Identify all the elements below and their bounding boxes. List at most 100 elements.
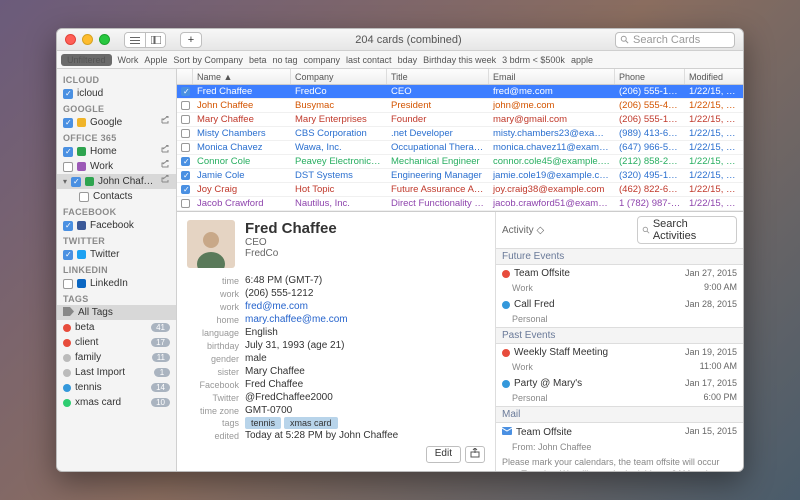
source-checkbox[interactable] (63, 250, 73, 260)
source-checkbox[interactable] (79, 192, 89, 202)
sidebar-item[interactable]: Work (57, 159, 176, 174)
share-button[interactable] (465, 446, 485, 463)
sidebar-item[interactable]: Home (57, 144, 176, 159)
column-header[interactable]: Modified (685, 69, 743, 84)
search-icon (642, 226, 651, 235)
row-checkbox[interactable] (181, 115, 190, 124)
share-icon[interactable] (160, 175, 170, 188)
minimize-window-button[interactable] (82, 34, 93, 45)
filter-item[interactable]: Apple (144, 55, 167, 65)
source-checkbox[interactable] (63, 279, 73, 289)
filter-item[interactable]: Sort by Company (173, 55, 243, 65)
table-row[interactable]: Mary ChaffeeMary EnterprisesFoundermary@… (177, 113, 743, 127)
column-header[interactable]: Title (387, 69, 489, 84)
share-icon[interactable] (160, 116, 170, 129)
filter-item[interactable]: Work (118, 55, 139, 65)
sidebar-item[interactable]: Google (57, 115, 176, 130)
activity-item[interactable]: Team OffsiteJan 27, 2015Work9:00 AM (496, 265, 743, 296)
field-label: time zone (187, 406, 239, 416)
column-header[interactable]: Name ▲ (193, 69, 291, 84)
table-row[interactable]: Joy CraigHot TopicFuture Assurance Agent… (177, 183, 743, 197)
view-mode-segmented[interactable] (124, 32, 166, 48)
activity-item[interactable]: Team OffsiteJan 15, 2015From: John Chaff… (496, 423, 743, 471)
titlebar: + 204 cards (combined) Search Cards (57, 29, 743, 51)
row-checkbox[interactable] (181, 87, 190, 96)
filter-item[interactable]: company (304, 55, 341, 65)
close-window-button[interactable] (65, 34, 76, 45)
list-view-icon[interactable] (125, 33, 145, 47)
filter-item[interactable]: bday (398, 55, 418, 65)
row-checkbox[interactable] (181, 101, 190, 110)
share-icon[interactable] (160, 145, 170, 158)
column-header[interactable]: Email (489, 69, 615, 84)
field-value[interactable]: mary.chaffee@me.com (245, 314, 348, 325)
table-row[interactable]: Monica ChavezWawa, Inc.Occupational Ther… (177, 141, 743, 155)
field-row: time6:48 PM (GMT-7) (187, 274, 485, 287)
tag-item[interactable]: family11 (57, 350, 176, 365)
tag-item[interactable]: tennis14 (57, 380, 176, 395)
filter-item[interactable]: beta (249, 55, 267, 65)
row-checkbox[interactable] (181, 143, 190, 152)
row-checkbox[interactable] (181, 185, 190, 194)
field-value[interactable]: fred@me.com (245, 301, 308, 312)
row-checkbox[interactable] (181, 129, 190, 138)
row-checkbox[interactable] (181, 157, 190, 166)
sidebar-item-label: Contacts (93, 191, 170, 202)
source-checkbox[interactable] (63, 89, 73, 99)
tag-item[interactable]: client17 (57, 335, 176, 350)
add-card-button[interactable]: + (180, 32, 202, 48)
zoom-window-button[interactable] (99, 34, 110, 45)
sidebar-item[interactable]: icloud (57, 86, 176, 101)
column-view-icon[interactable] (145, 33, 165, 47)
table-row[interactable]: Fred ChaffeeFredCoCEOfred@me.com(206) 55… (177, 85, 743, 99)
tag-color-dot (63, 369, 71, 377)
row-checkbox[interactable] (181, 171, 190, 180)
tag-chip[interactable]: xmas card (284, 417, 338, 429)
row-checkbox[interactable] (181, 199, 190, 208)
table-row[interactable]: John ChaffeeBusymacPresidentjohn@me.com(… (177, 99, 743, 113)
sidebar-item[interactable]: ▾John Chaffee (57, 174, 176, 189)
tag-item[interactable]: Last Import1 (57, 365, 176, 380)
column-header[interactable]: Company (291, 69, 387, 84)
sidebar-item[interactable]: Twitter (57, 247, 176, 262)
share-icon[interactable] (160, 160, 170, 173)
tag-item[interactable]: beta41 (57, 320, 176, 335)
count-badge: 10 (151, 398, 170, 407)
filter-item[interactable]: Birthday this week (423, 55, 496, 65)
filter-item[interactable]: 3 bdrm < $500k (502, 55, 565, 65)
source-checkbox[interactable] (63, 147, 73, 157)
source-checkbox[interactable] (63, 162, 73, 172)
field-label: gender (187, 354, 239, 364)
filter-item[interactable]: last contact (346, 55, 392, 65)
source-checkbox[interactable] (63, 118, 73, 128)
sidebar-item-label: icloud (77, 88, 170, 99)
table-row[interactable]: Jamie ColeDST SystemsEngineering Manager… (177, 169, 743, 183)
tag-item[interactable]: xmas card10 (57, 395, 176, 410)
tag-chip[interactable]: tennis (245, 417, 281, 429)
sidebar-item[interactable]: Contacts (57, 189, 176, 204)
sidebar-section-header: GOOGLE (57, 101, 176, 115)
column-header[interactable] (177, 69, 193, 84)
activity-item[interactable]: Party @ Mary'sJan 17, 2015Personal6:00 P… (496, 375, 743, 406)
field-value: July 31, 1993 (age 21) (245, 340, 345, 351)
edit-button[interactable]: Edit (426, 446, 461, 463)
search-activities-input[interactable]: Search Activities (637, 216, 737, 244)
source-checkbox[interactable] (63, 221, 73, 231)
filter-item[interactable]: no tag (272, 55, 297, 65)
column-header[interactable]: Phone (615, 69, 685, 84)
table-row[interactable]: Misty ChambersCBS Corporation.net Develo… (177, 127, 743, 141)
activity-item[interactable]: Weekly Staff MeetingJan 19, 2015Work11:0… (496, 344, 743, 375)
sidebar-item[interactable]: Facebook (57, 218, 176, 233)
tag-item[interactable]: All Tags (57, 305, 176, 320)
contact-company: FredCo (245, 248, 337, 259)
activity-title[interactable]: Activity ◇ (502, 225, 631, 236)
table-row[interactable]: Connor ColePeavey Electronics Corpor...M… (177, 155, 743, 169)
activity-item[interactable]: Call FredJan 28, 2015Personal (496, 296, 743, 327)
filter-active[interactable]: Unfiltered (61, 54, 112, 66)
table-row[interactable]: Jacob CrawfordNautilus, Inc.Direct Funct… (177, 197, 743, 211)
search-cards-input[interactable]: Search Cards (615, 32, 735, 48)
filter-item[interactable]: apple (571, 55, 593, 65)
avatar[interactable] (187, 220, 235, 268)
source-checkbox[interactable] (71, 177, 81, 187)
sidebar-item[interactable]: LinkedIn (57, 276, 176, 291)
